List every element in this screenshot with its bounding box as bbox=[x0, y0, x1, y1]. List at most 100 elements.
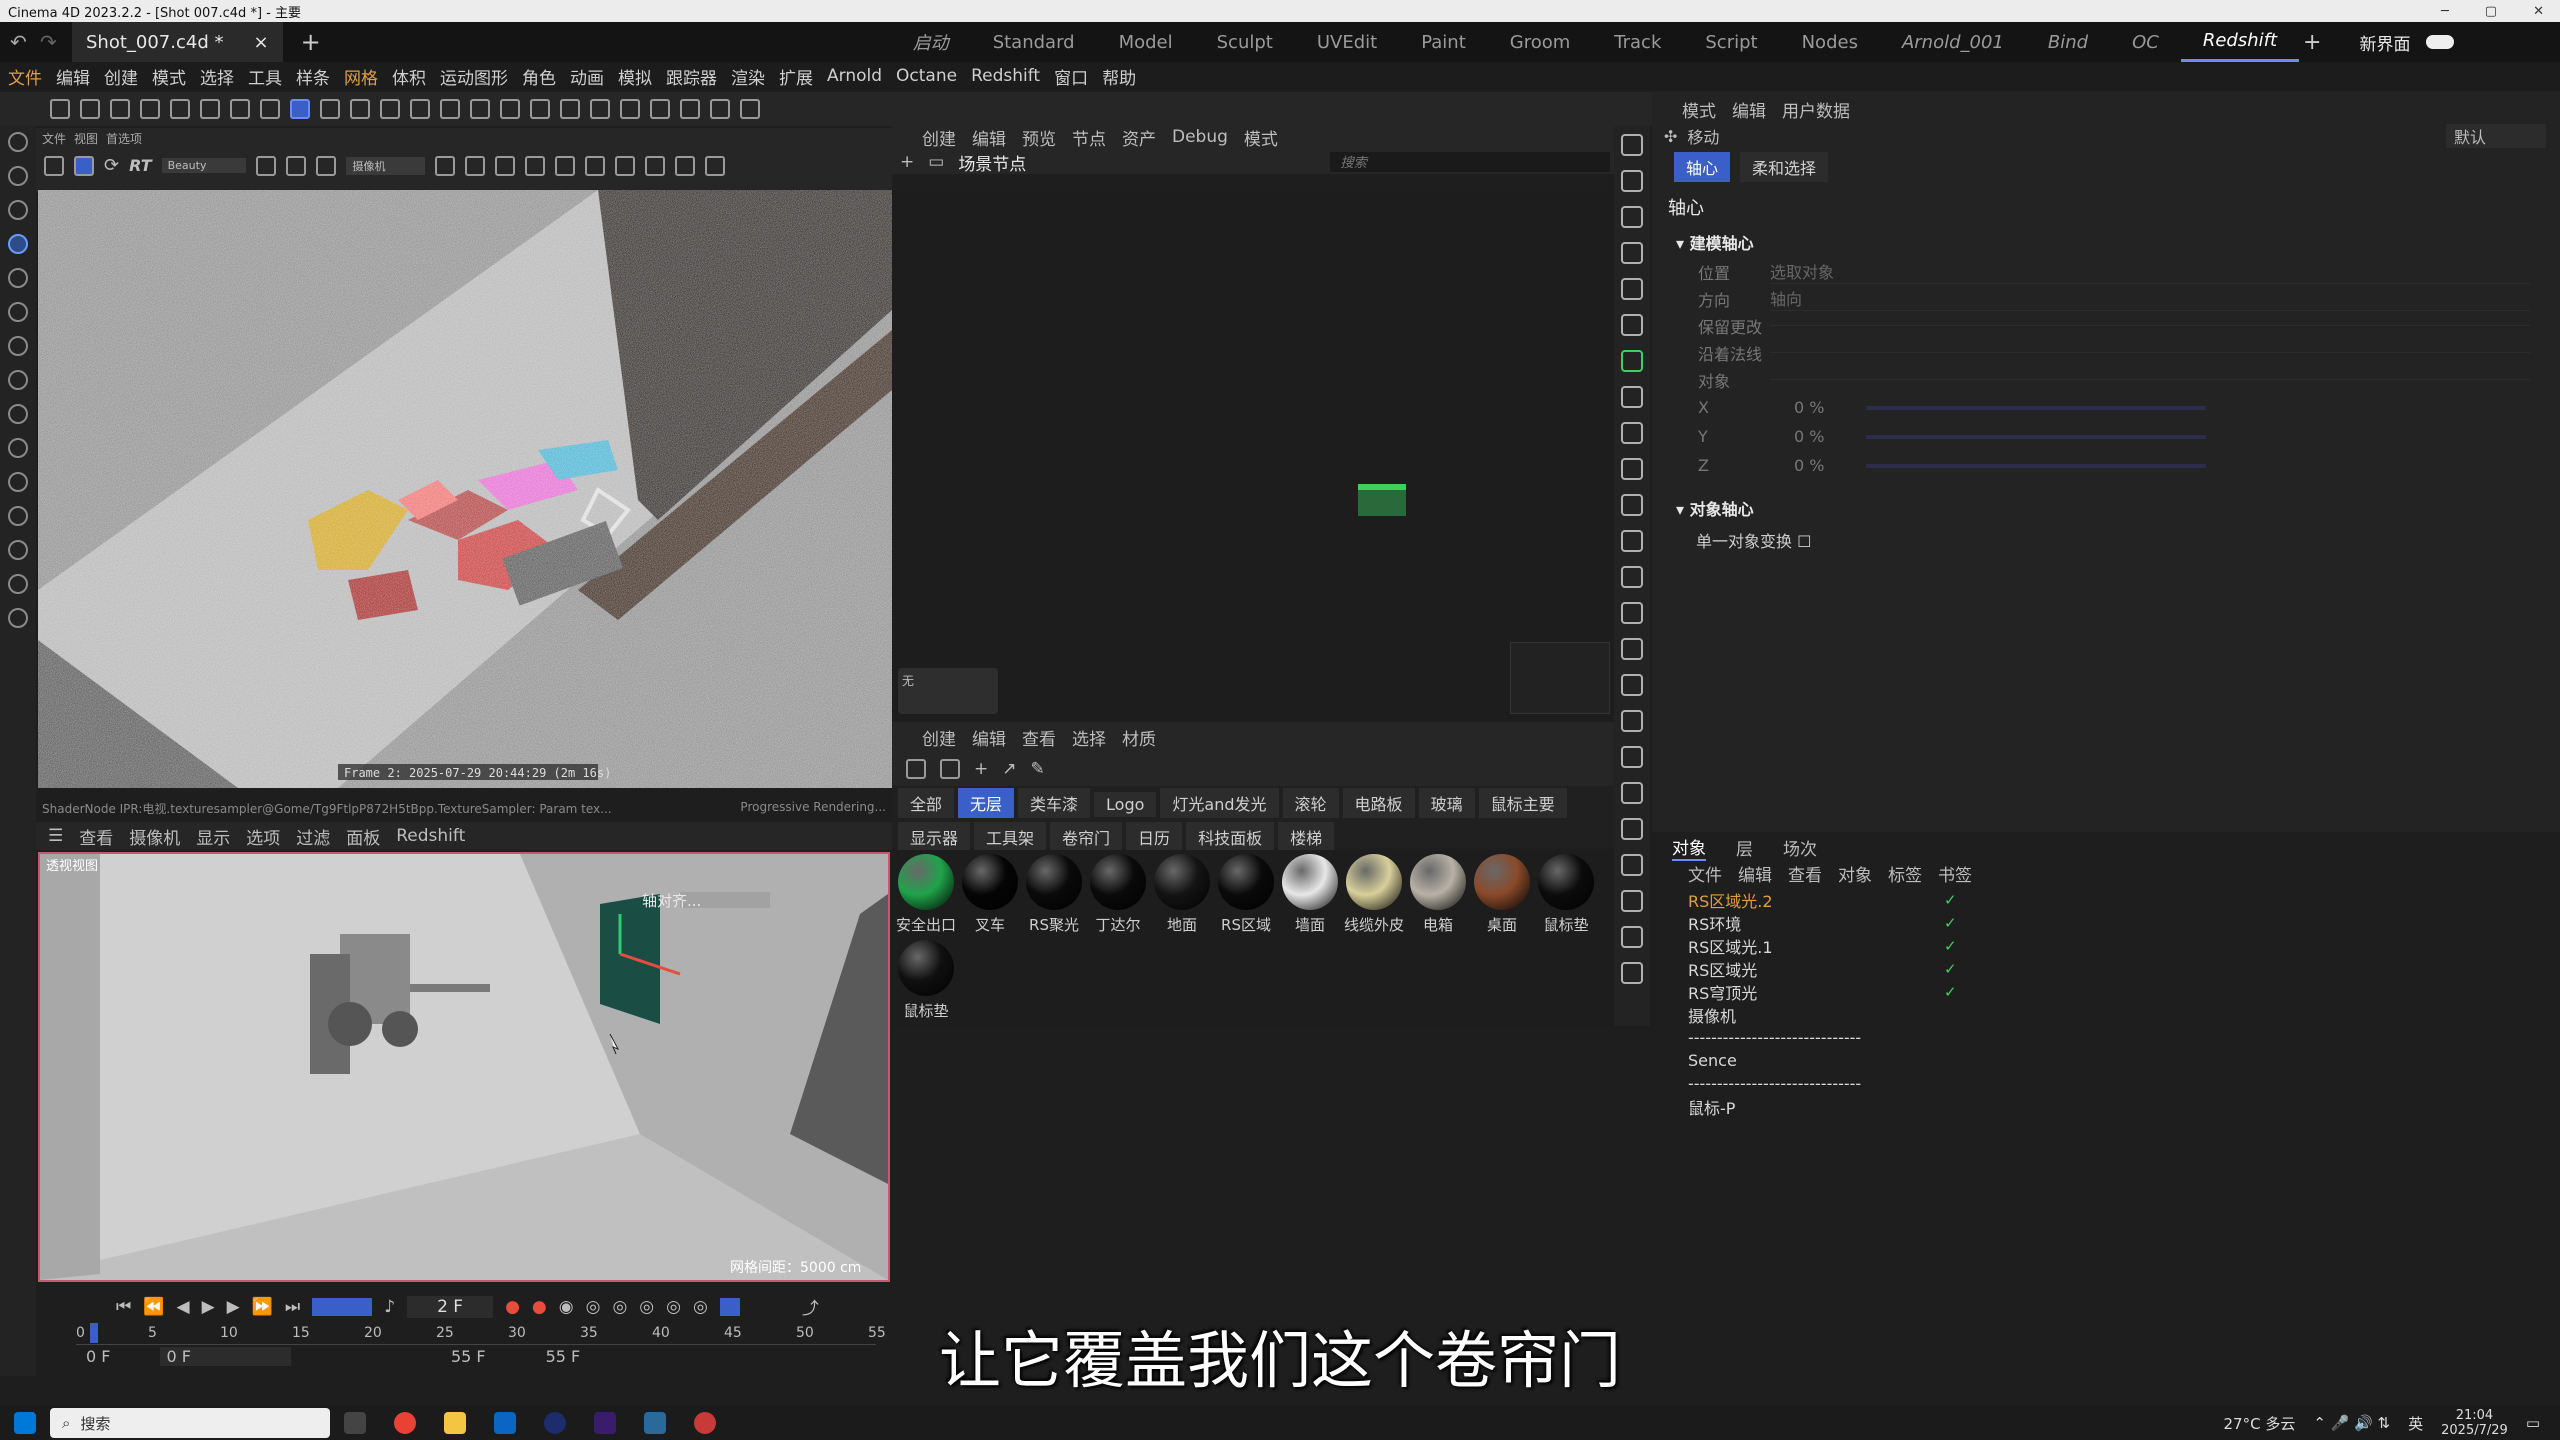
expand-icon[interactable] bbox=[585, 155, 606, 176]
menu-item[interactable]: 体积 bbox=[392, 64, 426, 89]
render-view-menu-item[interactable]: 文件 bbox=[42, 130, 66, 147]
attribute-menu-item[interactable]: 模式 bbox=[1682, 97, 1716, 122]
area-light-icon[interactable] bbox=[1621, 458, 1643, 480]
grid-icon[interactable] bbox=[286, 155, 307, 176]
workspace-tab[interactable]: OC bbox=[2110, 22, 2181, 62]
search-icon[interactable] bbox=[8, 132, 28, 152]
object-row[interactable]: RS环境 ✓ bbox=[1652, 911, 2560, 934]
menu-item[interactable]: 工具 bbox=[248, 64, 282, 89]
material-swatch[interactable]: RS聚光 bbox=[1024, 854, 1084, 935]
settings-icon[interactable] bbox=[1621, 638, 1643, 660]
focus-icon[interactable] bbox=[525, 155, 546, 176]
move-icon[interactable] bbox=[8, 234, 28, 254]
spline-icon[interactable] bbox=[8, 608, 28, 628]
attribute-value[interactable] bbox=[1770, 352, 2530, 353]
undo-icon[interactable]: ↶ bbox=[10, 30, 27, 54]
render-view-menu-item[interactable]: 首选项 bbox=[106, 130, 142, 147]
node-menu-item[interactable]: Debug bbox=[1172, 127, 1228, 147]
sun-icon[interactable] bbox=[1621, 386, 1643, 408]
material-filter-tab[interactable]: 楼梯 bbox=[1278, 822, 1335, 852]
viewport-menu-item[interactable]: 过滤 bbox=[296, 824, 330, 849]
material-filter-tab[interactable]: 工具架 bbox=[974, 822, 1047, 852]
object-row[interactable]: RS穹顶光 ✓ bbox=[1652, 980, 2560, 1003]
chrome-icon[interactable] bbox=[394, 1412, 416, 1434]
modeling-axis-group[interactable]: ▾ 建模轴心 bbox=[1652, 226, 2560, 258]
fit-icon[interactable] bbox=[555, 155, 576, 176]
after-effects-icon[interactable] bbox=[594, 1412, 616, 1434]
menu-item[interactable]: 选择 bbox=[200, 64, 234, 89]
select-icon[interactable] bbox=[8, 166, 28, 186]
attribute-tab[interactable]: 轴心 bbox=[1674, 152, 1731, 182]
material-swatch[interactable]: 鼠标垫 bbox=[1536, 854, 1596, 935]
environment-icon[interactable] bbox=[1621, 602, 1643, 624]
texture-mode-icon[interactable] bbox=[320, 99, 340, 119]
material-swatch[interactable]: 丁达尔 bbox=[1088, 854, 1148, 935]
attribute-row[interactable]: 对象 bbox=[1652, 366, 2560, 393]
material-swatch[interactable]: 桌面 bbox=[1472, 854, 1532, 935]
shader-icon[interactable] bbox=[1621, 242, 1643, 264]
material-swatch[interactable]: 墙面 bbox=[1280, 854, 1340, 935]
object-menu-item[interactable]: 查看 bbox=[1788, 861, 1822, 886]
render-view-canvas[interactable]: Frame 2: 2025-07-29 20:44:29 (2m 16s) bbox=[38, 190, 892, 788]
menu-item[interactable]: 创建 bbox=[104, 64, 138, 89]
material-filter-tab[interactable]: 卷帘门 bbox=[1050, 822, 1123, 852]
menu-item[interactable]: 帮助 bbox=[1102, 64, 1136, 89]
document-tab[interactable]: Shot_007.c4d * × bbox=[72, 22, 283, 62]
camera-tag-5-icon[interactable] bbox=[1621, 818, 1643, 840]
copy-icon[interactable] bbox=[705, 155, 726, 176]
object-row[interactable]: 摄像机 bbox=[1652, 1003, 2560, 1026]
material-menu-item[interactable]: 材质 bbox=[1122, 725, 1156, 750]
object-menu-item[interactable]: 对象 bbox=[1838, 861, 1872, 886]
attribute-row[interactable]: 沿着法线 bbox=[1652, 339, 2560, 366]
new-layout-label[interactable]: 新界面 bbox=[2359, 30, 2410, 55]
taskbar-search[interactable]: ⌕ 搜索 bbox=[50, 1408, 330, 1438]
material-filter-tab[interactable]: 类车漆 bbox=[1018, 788, 1091, 818]
visibility-check-icon[interactable]: ✓ bbox=[1944, 937, 1957, 955]
xyz-row[interactable]: X 0 % bbox=[1652, 393, 2560, 422]
magnet-icon[interactable] bbox=[380, 99, 400, 119]
add-tab-icon[interactable]: + bbox=[301, 28, 321, 56]
workspace-tab[interactable]: Arnold_001 bbox=[1880, 22, 2026, 62]
camera-tag-3-icon[interactable] bbox=[1621, 746, 1643, 768]
weather-text[interactable]: 27°C 多云 bbox=[2223, 1413, 2295, 1434]
snapshot-icon[interactable] bbox=[645, 155, 666, 176]
attribute-row[interactable]: 保留更改 bbox=[1652, 312, 2560, 339]
node-graph-canvas[interactable]: 无 bbox=[892, 192, 1614, 720]
material-filter-tab[interactable]: 电路板 bbox=[1342, 788, 1415, 818]
scene-node[interactable] bbox=[1358, 484, 1406, 516]
node-menu-item[interactable]: 预览 bbox=[1022, 125, 1056, 150]
text-icon[interactable] bbox=[620, 99, 640, 119]
points-mode-icon[interactable] bbox=[200, 99, 220, 119]
pivot-icon[interactable] bbox=[8, 200, 28, 220]
menu-item[interactable]: 文件 bbox=[8, 64, 42, 89]
add-workspace-icon[interactable]: + bbox=[2303, 30, 2321, 55]
model-mode-icon[interactable] bbox=[290, 99, 310, 119]
object-row[interactable]: RS区域光.2 ✓ bbox=[1652, 888, 2560, 911]
workspace-tab[interactable]: Redshift bbox=[2180, 22, 2300, 62]
menu-item[interactable]: 扩展 bbox=[779, 64, 813, 89]
object-menu-item[interactable]: 书签 bbox=[1938, 861, 1972, 886]
layout-icon[interactable] bbox=[465, 155, 486, 176]
snap-icon[interactable] bbox=[350, 99, 370, 119]
material-filter-tab[interactable]: 灯光and发光 bbox=[1160, 788, 1279, 818]
node-menu-item[interactable]: 模式 bbox=[1244, 125, 1278, 150]
material-filter-tab[interactable]: 全部 bbox=[898, 788, 955, 818]
menu-item[interactable]: 模拟 bbox=[618, 64, 652, 89]
z-axis-icon[interactable] bbox=[140, 99, 160, 119]
xyz-slider[interactable] bbox=[1866, 434, 2206, 439]
material-filter-tab[interactable]: 玻璃 bbox=[1418, 788, 1475, 818]
attribute-value[interactable]: 选取对象 bbox=[1770, 259, 2530, 284]
refresh-icon[interactable]: ⟳ bbox=[104, 155, 119, 176]
recorder-icon[interactable] bbox=[694, 1412, 716, 1434]
material-menu-item[interactable]: 选择 bbox=[1072, 725, 1106, 750]
attribute-tab[interactable]: 柔和选择 bbox=[1740, 152, 1829, 182]
render-view-menu-item[interactable]: 视图 bbox=[74, 130, 98, 147]
crop-icon[interactable] bbox=[316, 155, 337, 176]
cube-icon[interactable] bbox=[590, 99, 610, 119]
layout-toggle[interactable] bbox=[2426, 35, 2455, 49]
brush-icon[interactable] bbox=[8, 506, 28, 526]
object-menu-item[interactable]: 标签 bbox=[1888, 861, 1922, 886]
workspace-tab[interactable]: Sculpt bbox=[1195, 22, 1295, 62]
workspace-tab[interactable]: Paint bbox=[1399, 22, 1488, 62]
task-view-icon[interactable] bbox=[344, 1412, 366, 1434]
